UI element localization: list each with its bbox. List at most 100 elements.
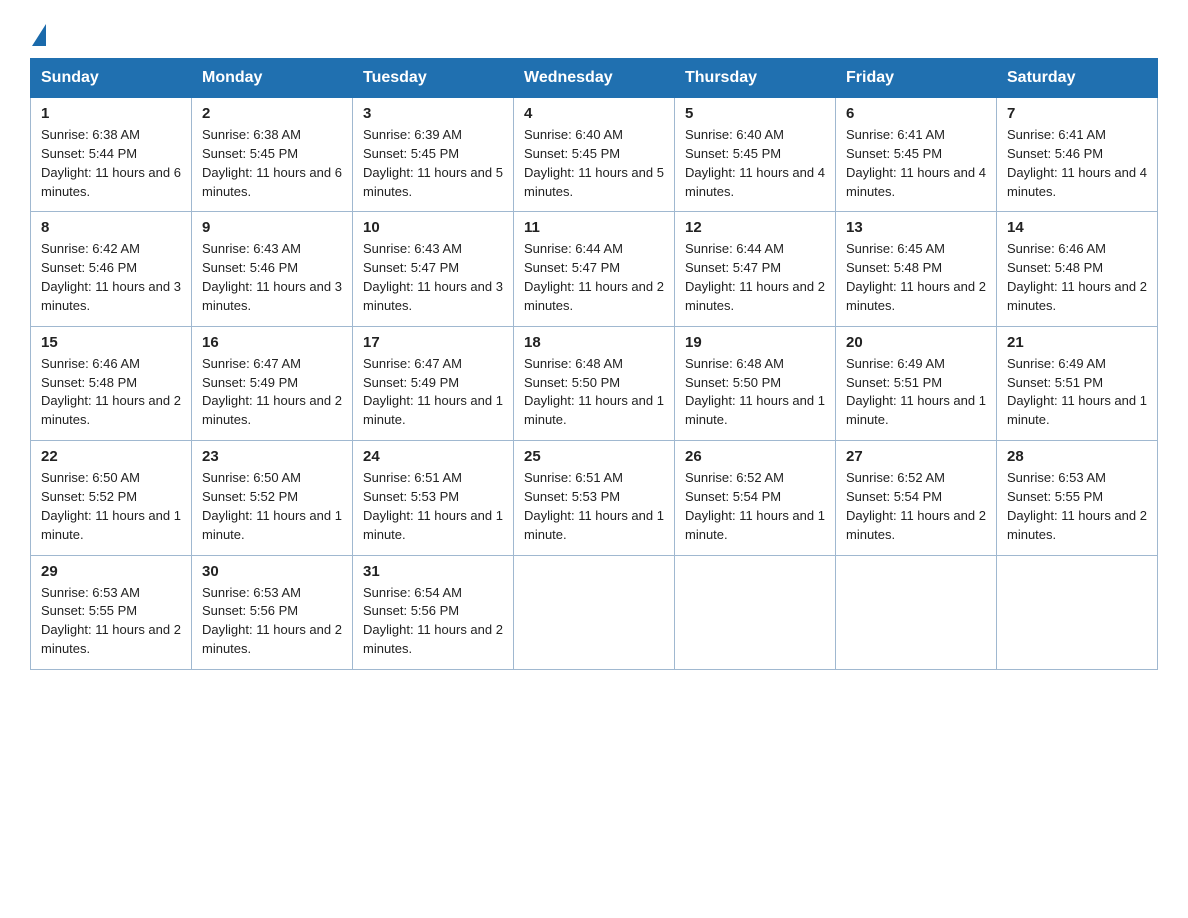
sunrise-label: Sunrise: 6:47 AM [202,356,301,371]
daylight-label: Daylight: 11 hours and 2 minutes. [846,508,986,542]
day-number: 16 [202,334,342,351]
calendar-table: SundayMondayTuesdayWednesdayThursdayFrid… [30,58,1158,670]
calendar-cell: 5 Sunrise: 6:40 AM Sunset: 5:45 PM Dayli… [675,98,836,212]
sunset-label: Sunset: 5:52 PM [41,489,137,504]
day-info: Sunrise: 6:52 AM Sunset: 5:54 PM Dayligh… [846,469,986,544]
day-info: Sunrise: 6:46 AM Sunset: 5:48 PM Dayligh… [41,355,181,430]
sunset-label: Sunset: 5:47 PM [524,260,620,275]
calendar-header-saturday: Saturday [997,59,1158,98]
day-number: 17 [363,334,503,351]
sunrise-label: Sunrise: 6:52 AM [685,470,784,485]
calendar-cell: 17 Sunrise: 6:47 AM Sunset: 5:49 PM Dayl… [353,326,514,440]
sunrise-label: Sunrise: 6:47 AM [363,356,462,371]
daylight-label: Daylight: 11 hours and 1 minute. [524,393,664,427]
daylight-label: Daylight: 11 hours and 4 minutes. [846,165,986,199]
sunset-label: Sunset: 5:50 PM [524,375,620,390]
sunrise-label: Sunrise: 6:51 AM [363,470,462,485]
sunrise-label: Sunrise: 6:48 AM [685,356,784,371]
sunset-label: Sunset: 5:49 PM [202,375,298,390]
calendar-week-row-5: 29 Sunrise: 6:53 AM Sunset: 5:55 PM Dayl… [31,555,1158,669]
daylight-label: Daylight: 11 hours and 1 minute. [363,508,503,542]
day-info: Sunrise: 6:54 AM Sunset: 5:56 PM Dayligh… [363,584,503,659]
sunset-label: Sunset: 5:45 PM [685,146,781,161]
sunset-label: Sunset: 5:53 PM [524,489,620,504]
day-number: 7 [1007,105,1147,122]
day-number: 13 [846,219,986,236]
day-number: 22 [41,448,181,465]
calendar-week-row-4: 22 Sunrise: 6:50 AM Sunset: 5:52 PM Dayl… [31,441,1158,555]
daylight-label: Daylight: 11 hours and 1 minute. [1007,393,1147,427]
sunrise-label: Sunrise: 6:53 AM [41,585,140,600]
day-info: Sunrise: 6:50 AM Sunset: 5:52 PM Dayligh… [202,469,342,544]
day-info: Sunrise: 6:47 AM Sunset: 5:49 PM Dayligh… [363,355,503,430]
day-number: 3 [363,105,503,122]
daylight-label: Daylight: 11 hours and 2 minutes. [41,622,181,656]
sunset-label: Sunset: 5:55 PM [41,603,137,618]
calendar-week-row-2: 8 Sunrise: 6:42 AM Sunset: 5:46 PM Dayli… [31,212,1158,326]
calendar-cell: 12 Sunrise: 6:44 AM Sunset: 5:47 PM Dayl… [675,212,836,326]
day-number: 10 [363,219,503,236]
day-info: Sunrise: 6:43 AM Sunset: 5:46 PM Dayligh… [202,240,342,315]
page-header [30,20,1158,40]
calendar-header-wednesday: Wednesday [514,59,675,98]
sunrise-label: Sunrise: 6:53 AM [1007,470,1106,485]
sunrise-label: Sunrise: 6:43 AM [363,241,462,256]
calendar-cell: 3 Sunrise: 6:39 AM Sunset: 5:45 PM Dayli… [353,98,514,212]
calendar-cell: 11 Sunrise: 6:44 AM Sunset: 5:47 PM Dayl… [514,212,675,326]
calendar-cell: 16 Sunrise: 6:47 AM Sunset: 5:49 PM Dayl… [192,326,353,440]
calendar-cell: 19 Sunrise: 6:48 AM Sunset: 5:50 PM Dayl… [675,326,836,440]
sunrise-label: Sunrise: 6:50 AM [41,470,140,485]
sunrise-label: Sunrise: 6:52 AM [846,470,945,485]
sunset-label: Sunset: 5:54 PM [846,489,942,504]
day-info: Sunrise: 6:40 AM Sunset: 5:45 PM Dayligh… [524,126,664,201]
day-info: Sunrise: 6:46 AM Sunset: 5:48 PM Dayligh… [1007,240,1147,315]
sunrise-label: Sunrise: 6:43 AM [202,241,301,256]
daylight-label: Daylight: 11 hours and 3 minutes. [363,279,503,313]
calendar-cell [514,555,675,669]
day-info: Sunrise: 6:44 AM Sunset: 5:47 PM Dayligh… [524,240,664,315]
day-number: 15 [41,334,181,351]
day-number: 6 [846,105,986,122]
day-info: Sunrise: 6:49 AM Sunset: 5:51 PM Dayligh… [1007,355,1147,430]
day-number: 23 [202,448,342,465]
day-number: 1 [41,105,181,122]
daylight-label: Daylight: 11 hours and 3 minutes. [202,279,342,313]
calendar-cell: 9 Sunrise: 6:43 AM Sunset: 5:46 PM Dayli… [192,212,353,326]
sunrise-label: Sunrise: 6:42 AM [41,241,140,256]
daylight-label: Daylight: 11 hours and 6 minutes. [41,165,181,199]
sunrise-label: Sunrise: 6:49 AM [1007,356,1106,371]
day-info: Sunrise: 6:48 AM Sunset: 5:50 PM Dayligh… [524,355,664,430]
sunrise-label: Sunrise: 6:48 AM [524,356,623,371]
sunrise-label: Sunrise: 6:51 AM [524,470,623,485]
sunrise-label: Sunrise: 6:54 AM [363,585,462,600]
day-info: Sunrise: 6:45 AM Sunset: 5:48 PM Dayligh… [846,240,986,315]
sunset-label: Sunset: 5:56 PM [363,603,459,618]
logo [30,20,46,40]
calendar-cell [836,555,997,669]
calendar-cell: 18 Sunrise: 6:48 AM Sunset: 5:50 PM Dayl… [514,326,675,440]
daylight-label: Daylight: 11 hours and 3 minutes. [41,279,181,313]
day-number: 8 [41,219,181,236]
calendar-cell: 23 Sunrise: 6:50 AM Sunset: 5:52 PM Dayl… [192,441,353,555]
daylight-label: Daylight: 11 hours and 2 minutes. [202,622,342,656]
calendar-week-row-3: 15 Sunrise: 6:46 AM Sunset: 5:48 PM Dayl… [31,326,1158,440]
day-info: Sunrise: 6:38 AM Sunset: 5:45 PM Dayligh… [202,126,342,201]
sunrise-label: Sunrise: 6:41 AM [1007,127,1106,142]
day-info: Sunrise: 6:44 AM Sunset: 5:47 PM Dayligh… [685,240,825,315]
day-number: 29 [41,563,181,580]
day-number: 2 [202,105,342,122]
daylight-label: Daylight: 11 hours and 1 minute. [685,508,825,542]
calendar-cell: 28 Sunrise: 6:53 AM Sunset: 5:55 PM Dayl… [997,441,1158,555]
daylight-label: Daylight: 11 hours and 2 minutes. [524,279,664,313]
daylight-label: Daylight: 11 hours and 5 minutes. [524,165,664,199]
sunset-label: Sunset: 5:46 PM [202,260,298,275]
sunrise-label: Sunrise: 6:49 AM [846,356,945,371]
calendar-cell: 20 Sunrise: 6:49 AM Sunset: 5:51 PM Dayl… [836,326,997,440]
sunset-label: Sunset: 5:50 PM [685,375,781,390]
day-number: 4 [524,105,664,122]
sunrise-label: Sunrise: 6:50 AM [202,470,301,485]
sunset-label: Sunset: 5:48 PM [1007,260,1103,275]
day-info: Sunrise: 6:51 AM Sunset: 5:53 PM Dayligh… [524,469,664,544]
day-info: Sunrise: 6:47 AM Sunset: 5:49 PM Dayligh… [202,355,342,430]
calendar-header-row: SundayMondayTuesdayWednesdayThursdayFrid… [31,59,1158,98]
